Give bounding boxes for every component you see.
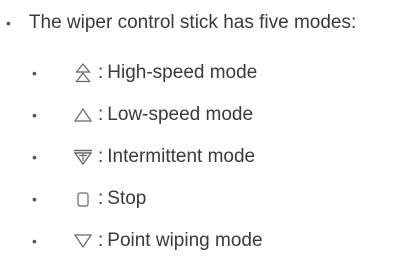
stop-square-icon [72,188,94,210]
list-item-high-speed: • : High-speed mode [30,52,263,94]
wiper-modes-document: • The wiper control stick has five modes… [0,0,407,251]
separator: : [98,230,104,251]
mode-label: Intermittent mode [107,146,256,167]
intermittent-wiper-icon [72,146,94,168]
separator: : [98,188,104,209]
mode-label: Low-speed mode [107,104,254,125]
separator: : [98,62,104,83]
list-item-low-speed: • : Low-speed mode [30,94,263,136]
triangle-up-icon [72,104,94,126]
mode-label: Point wiping mode [107,230,263,251]
list-bullet: • [32,149,37,165]
intro-line: • The wiper control stick has five modes… [6,12,356,34]
mode-label: High-speed mode [107,62,258,83]
list-item-intermittent: • : Intermittent mode [30,136,263,178]
intro-bullet: • [6,15,11,31]
list-bullet: • [32,191,37,207]
double-triangle-up-icon [72,62,94,84]
list-bullet: • [32,107,37,123]
mode-label: Stop [107,188,147,209]
separator: : [98,146,104,167]
separator: : [98,104,104,125]
list-item-stop: • : Stop [30,178,263,220]
mode-list: • : High-speed mode • : Low-speed mode • [30,52,263,262]
triangle-down-icon [72,230,94,252]
list-item-point-wiping: • : Point wiping mode [30,220,263,262]
intro-text: The wiper control stick has five modes: [28,12,357,33]
list-bullet: • [32,65,37,81]
list-bullet: • [32,233,37,249]
